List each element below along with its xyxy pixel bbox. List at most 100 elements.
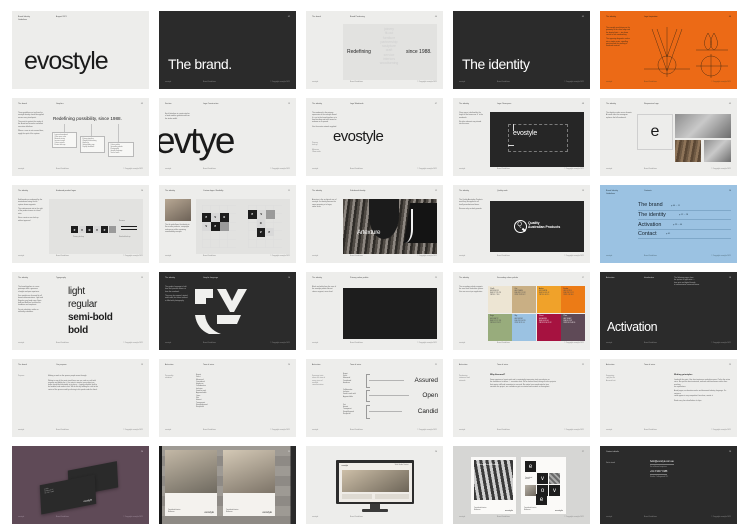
tone-group-terms: Collaborative Inclusive Good to work wit… — [343, 390, 356, 398]
colour-swatch[interactable]: Chalk HEX EDE5D3 RGB 237 229 211 CMYK 6 … — [488, 286, 512, 314]
tone-word-assured: Assured — [414, 377, 438, 384]
slide-thumbnail-the-identity[interactable]: 05 The identity evostyle Brand Guideline… — [453, 11, 590, 89]
slide-section: The identity — [606, 103, 617, 105]
footer-left: evostyle — [18, 429, 25, 431]
slide-section: The identity — [606, 16, 617, 18]
slide-body-copy: The secondary palette supports the core … — [459, 286, 484, 293]
tile-lockup-primary: evo ve — [71, 226, 116, 233]
colour-swatch[interactable]: Amber HEX F0A22A RGB 240 162 42 CMYK 4 4… — [536, 286, 561, 314]
slide-thumbnail-tone-diagram[interactable]: Activation Tone of voice 21 Summary trai… — [306, 359, 443, 437]
slide-section: Contact details — [606, 451, 619, 453]
slide-thumbnail-logo-clearspace[interactable]: The identity Logo Clearspace 08 Clear sp… — [453, 98, 590, 176]
footer-center: Brand Guidelines — [350, 255, 363, 257]
footer-center: Brand Guidelines — [56, 168, 69, 170]
slide-number: 21 — [434, 364, 437, 366]
colour-swatch[interactable]: Plum HEX 5F4A57 RGB 95 74 87 CMYK 60 70 … — [561, 313, 585, 341]
slide-section: The brand — [18, 103, 27, 105]
colour-swatch[interactable]: Sage HEX 98AC7C RGB 152 172 124 CMYK 45 … — [488, 313, 512, 341]
logo-construction-diagram — [644, 27, 728, 78]
slide-side-label: Personality attributes — [165, 375, 174, 380]
slide-thumbnail-print-campaign[interactable]: 27 Considered interiors Melbourne Consid… — [453, 446, 590, 524]
statement-stage: joinery fit-out furniture partnership sc… — [343, 24, 437, 80]
wordmark-lockup: evostyle — [333, 128, 384, 145]
slide-title: Endorsed product logos — [56, 190, 76, 192]
slide-footer: evostyle Brand Guidelines © Copyright ev… — [18, 429, 143, 433]
primary-colour-block — [343, 288, 437, 339]
slide-footer: evostyle Brand Guidelines © Copyright ev… — [312, 168, 437, 172]
slide-thumbnail-why-assured[interactable]: Activation Tone of voice 22 Positioning … — [453, 359, 590, 437]
footer-left: evostyle — [606, 516, 613, 518]
slide-footer: evostyle Brand Guidelines © Copyright ev… — [312, 342, 437, 346]
footer-right: © Copyright evostyle 2021 — [417, 255, 437, 257]
monitor-mockup: evostyle Work Studio Contact — [336, 460, 414, 512]
slide-title: Responsive Logo — [644, 103, 659, 105]
footer-left: evostyle — [312, 342, 319, 344]
slide-thumbnail-contact[interactable]: Contact details 28 Get in touch hello@ev… — [600, 446, 737, 524]
quality-mark-text: Quality Australian Products — [528, 221, 560, 229]
slide-thumbnail-endorsed-logos[interactable]: The identity Endorsed product logos 10 S… — [12, 185, 149, 263]
slide-number: 27 — [581, 451, 584, 453]
slide-thumbnail-writing-principles[interactable]: Activation Tone of voice 23 Supporting c… — [600, 359, 737, 437]
type-weight-light: light — [68, 286, 85, 297]
footer-center: Brand Guidelines — [497, 516, 510, 518]
slide-thumbnail-environmental[interactable]: Considered interiors Melbourne evostyle … — [159, 446, 296, 524]
slide-title: Typography — [56, 277, 66, 279]
slide-title: August 2021 — [56, 16, 67, 18]
slide-thumbnail-logo-flexibility[interactable]: The identity Custom logos / flexibility … — [159, 185, 296, 263]
contents-row[interactable]: Activation p.29 – 40 — [638, 220, 731, 230]
slide-thumbnail-logo-construction[interactable]: Section Logo Construction 13 Each letter… — [159, 98, 296, 176]
swatch-values: HEX F0A22A RGB 240 162 42 CMYK 4 40 92 0 — [538, 291, 550, 296]
colour-swatch[interactable]: Sky HEX 9BC2E2 RGB 155 194 226 CMYK 38 1… — [512, 313, 537, 341]
slide-thumbnail-brand-positioning[interactable]: The brand Brand Positioning 04 joinery f… — [306, 11, 443, 89]
footer-right: © Copyright evostyle 2021 — [711, 429, 731, 431]
slide-title: Custom logos / flexibility — [203, 190, 224, 192]
slide-title: Introduction — [644, 277, 654, 279]
slide-thumbnail-quality-mark[interactable]: The identity Quality mark 13 The Quality… — [453, 185, 590, 263]
swatch-name: Sky — [514, 315, 518, 318]
slide-body-copy: The evostyle mark draws on the geometry … — [606, 27, 631, 48]
slide-header: The identity Logo Clearspace 08 — [459, 103, 584, 111]
poster-right: Considered interiors Melbourne evostyle — [223, 450, 275, 516]
slide-title: Sub-brand identity — [350, 190, 366, 192]
slide-thumbnail-digital[interactable]: 26 evostyle Work Studio Contact evostyle… — [306, 446, 443, 524]
contents-row[interactable]: The identity p.12 – 28 — [638, 211, 731, 221]
contents-row[interactable]: The brand p.04 – 11 — [638, 201, 731, 211]
slide-section: The brand — [18, 364, 27, 366]
contact-phone[interactable]: +61 3 9417 1988 — [650, 471, 668, 475]
slide-thumbnail-activation[interactable]: Activation Introduction 18 The following… — [600, 272, 737, 350]
colour-swatch-grid: Chalk HEX EDE5D3 RGB 237 229 211 CMYK 6 … — [488, 286, 585, 341]
slide-footer: evostyle Brand Guidelines © Copyright ev… — [312, 429, 437, 433]
slide-thumbnail-logo-inspiration[interactable]: The identity Logo Inspiration 06 The evo… — [600, 11, 737, 89]
slide-thumbnail-typography[interactable]: The identity Typography 15 The brand typ… — [12, 272, 149, 350]
footer-left: evostyle — [606, 429, 613, 431]
poster-logo: evostyle — [262, 510, 272, 514]
slide-thumbnail-tone-word-list[interactable]: Activation Tone of voice 20 Personality … — [159, 359, 296, 437]
slide-thumbnail-cover[interactable]: Brand Identity Guidelines August 2021 ev… — [12, 11, 149, 89]
footer-center: Brand Guidelines — [497, 168, 510, 170]
slide-thumbnail-stationery[interactable]: 24 evostyle Collingwood VIC +61 3 9417 1… — [12, 446, 149, 524]
colour-swatch[interactable]: Oat HEX C9AF84 RGB 201 175 132 CMYK 23 2… — [512, 286, 537, 314]
slide-thumbnail-contents[interactable]: Brand Identity Guidelines Contents 14 Th… — [600, 185, 737, 263]
slide-number: 07 — [434, 103, 437, 105]
slide-thumbnail-artexture[interactable]: The identity Sub-brand identity 12 Artex… — [306, 185, 443, 263]
contact-email[interactable]: hello@evostyle.com.au — [650, 461, 674, 465]
colour-swatch[interactable]: Claret HEX A61240 RGB 166 18 64 CMYK 23 … — [536, 313, 561, 341]
footer-left: evostyle — [606, 168, 613, 170]
slide-thumbnail-graphic-language[interactable]: The identity Graphic language 16 The gra… — [159, 272, 296, 350]
slide-header: The brand Graphics 03 — [18, 103, 143, 111]
contents-row[interactable]: Contact p.41 — [638, 230, 731, 240]
colour-swatch[interactable]: Ember HEX EC7B16 RGB 236 123 22 CMYK 4 6… — [561, 286, 585, 314]
slide-title: Logo Inspiration — [644, 16, 658, 18]
slide-thumbnail-responsive-logo[interactable]: The identity Responsive Logo 09 The iden… — [600, 98, 737, 176]
slide-body-copy: Making a mark on the spaces people move … — [48, 375, 99, 391]
slide-thumbnail-secondary-palette[interactable]: The identity Secondary colour palette 17… — [453, 272, 590, 350]
slide-thumbnail-primary-palette[interactable]: The identity Primary colour palette 25 B… — [306, 272, 443, 350]
slide-number: 09 — [728, 103, 731, 105]
slide-section: The identity — [165, 277, 176, 279]
slide-thumbnail-logo-wordmark[interactable]: The identity Logo Wordmark 07 The wordma… — [306, 98, 443, 176]
slide-thumbnail-graphics[interactable]: The brand Graphics 03 These guidelines s… — [12, 98, 149, 176]
slide-section: Activation — [459, 364, 468, 366]
footer-center: Brand Guidelines — [56, 516, 69, 518]
slide-thumbnail-the-brand[interactable]: 02 The brand. evostyle Brand Guidelines … — [159, 11, 296, 89]
slide-thumbnail-our-purpose[interactable]: The brand Our purpose 19 Purpose Making … — [12, 359, 149, 437]
